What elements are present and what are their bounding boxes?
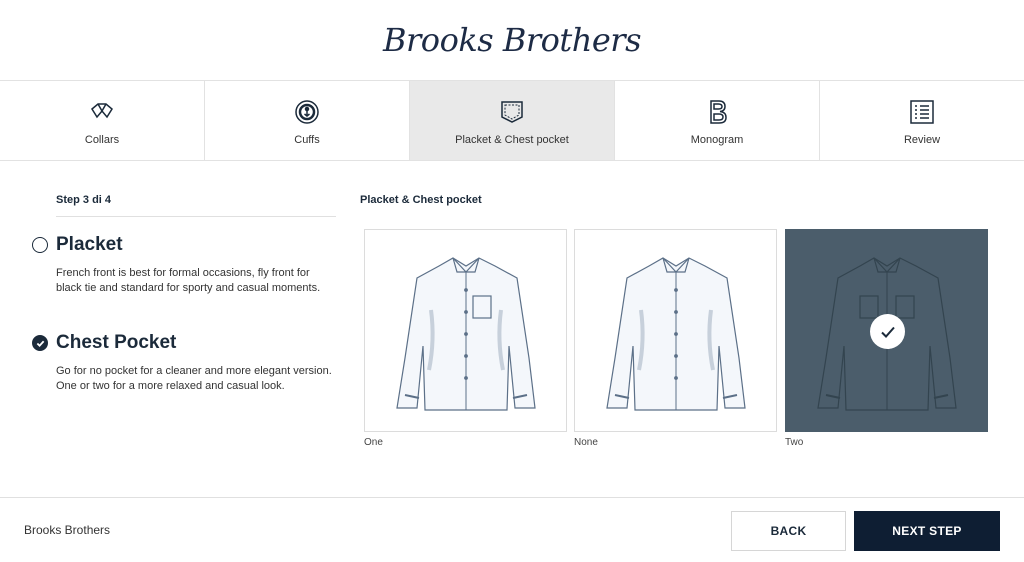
option-chest-pocket: Chest Pocket Go for no pocket for a clea… <box>32 332 332 394</box>
next-step-button[interactable]: NEXT STEP <box>854 511 1000 551</box>
header: Brooks Brothers <box>0 0 1024 80</box>
chest-pocket-radio[interactable] <box>32 335 48 351</box>
tab-placket-chest-pocket[interactable]: Placket & Chest pocket <box>409 81 614 160</box>
tab-review[interactable]: Review <box>819 81 1024 160</box>
tab-label: Placket & Chest pocket <box>455 133 569 146</box>
step-indicator: Step 3 di 4 <box>56 194 112 206</box>
option-description: Go for no pocket for a cleaner and more … <box>56 365 332 392</box>
tab-cuffs[interactable]: Cuffs <box>204 81 409 160</box>
back-button[interactable]: BACK <box>731 511 846 551</box>
footer-brand: Brooks Brothers <box>24 523 111 537</box>
tab-collars[interactable]: Collars <box>0 81 204 160</box>
placket-radio[interactable] <box>32 237 48 253</box>
choice-card-one[interactable] <box>364 229 567 432</box>
shirt-no-pocket-image <box>606 257 746 411</box>
shirt-one-pocket-image <box>396 257 536 411</box>
tab-monogram[interactable]: Monogram <box>614 81 819 160</box>
footer-divider <box>0 497 1024 498</box>
tab-label: Monogram <box>690 133 744 146</box>
cufflink-icon <box>295 99 319 124</box>
checkmark-icon <box>880 326 895 338</box>
option-title[interactable]: Placket <box>56 234 123 256</box>
option-title[interactable]: Chest Pocket <box>56 332 176 354</box>
check-icon <box>36 340 44 347</box>
option-placket: Placket French front is best for formal … <box>32 234 332 296</box>
choice-card-none[interactable] <box>574 229 777 432</box>
choice-label: Two <box>785 437 804 448</box>
step-tabs: Collars Cuffs Placket & Chest pocket Mon… <box>0 80 1024 161</box>
tab-label: Cuffs <box>294 133 320 146</box>
tab-label: Collars <box>84 133 120 146</box>
choice-label: None <box>574 437 598 448</box>
divider <box>56 216 336 217</box>
option-description: French front is best for formal occasion… <box>56 267 321 294</box>
choice-label: One <box>364 437 383 448</box>
tab-label: Review <box>903 133 941 146</box>
choice-card-two[interactable] <box>785 229 988 432</box>
monogram-b-icon <box>710 99 727 124</box>
brand-logo[interactable]: Brooks Brothers <box>383 21 642 59</box>
collar-icon <box>91 102 113 118</box>
checklist-icon <box>910 99 934 124</box>
selected-check-badge <box>870 314 905 349</box>
section-title: Placket & Chest pocket <box>360 194 482 206</box>
pocket-icon <box>501 100 523 123</box>
